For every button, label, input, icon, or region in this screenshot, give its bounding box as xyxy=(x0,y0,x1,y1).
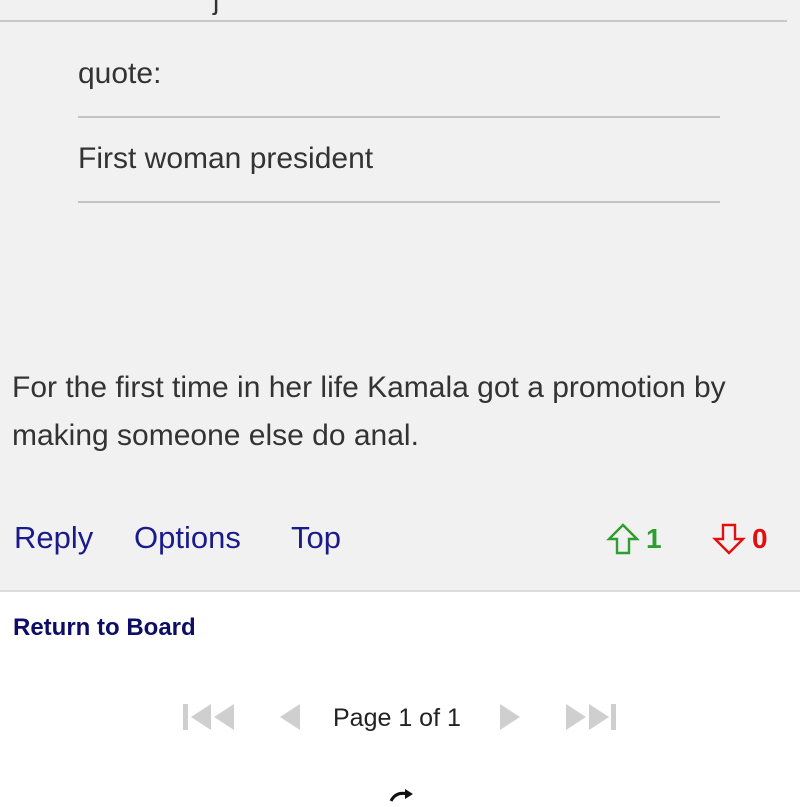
refresh-icon[interactable] xyxy=(388,788,416,807)
pagination: Page 1 of 1 xyxy=(0,696,800,740)
post-body: For the first time in her life Kamala go… xyxy=(12,371,726,452)
next-page-icon[interactable] xyxy=(499,702,523,737)
page-indicator: Page 1 of 1 xyxy=(333,704,461,732)
quote-divider-top xyxy=(78,116,720,118)
reply-link[interactable]: Reply xyxy=(14,515,93,561)
previous-page-icon[interactable] xyxy=(277,702,301,737)
post-container: j quote: First woman president For the f… xyxy=(0,0,800,592)
last-page-icon[interactable] xyxy=(565,702,617,737)
return-to-board-link[interactable]: Return to Board xyxy=(13,612,196,644)
quote-text: First woman president xyxy=(78,142,374,175)
divider xyxy=(0,20,787,22)
options-link[interactable]: Options xyxy=(134,515,241,561)
arrow-up-icon xyxy=(606,522,640,556)
quote-divider-bottom xyxy=(78,201,720,203)
downvote-button[interactable]: 0 xyxy=(712,521,768,557)
top-link[interactable]: Top xyxy=(291,515,341,561)
arrow-down-icon xyxy=(712,522,746,556)
upvote-count: 1 xyxy=(646,523,662,554)
first-page-icon[interactable] xyxy=(183,702,235,737)
quote-label: quote: xyxy=(78,57,162,90)
upvote-button[interactable]: 1 xyxy=(606,521,662,557)
downvote-count: 0 xyxy=(752,523,768,554)
cut-off-text: j xyxy=(213,0,219,14)
post-actions: Reply Options Top 1 0 xyxy=(0,515,800,565)
